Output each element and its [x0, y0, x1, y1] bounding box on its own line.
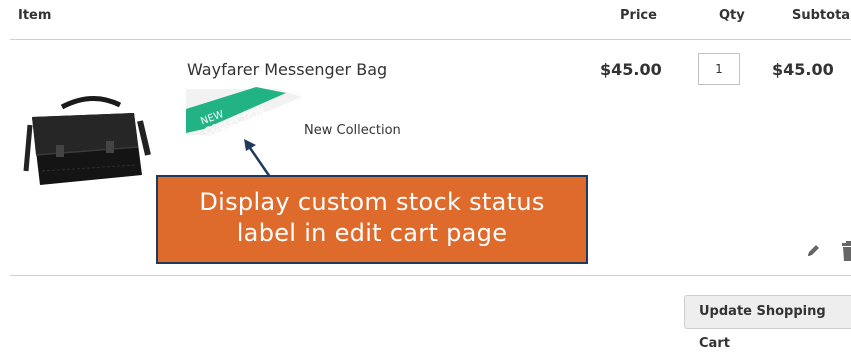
item-price: $45.00	[600, 60, 662, 79]
column-header-subtotal: Subtotal	[792, 8, 851, 23]
trash-icon[interactable]	[842, 241, 851, 261]
product-image[interactable]	[22, 85, 152, 195]
stock-status-badge-icon: NEW COLLECTION	[186, 87, 302, 135]
column-header-item: Item	[18, 8, 52, 23]
header-divider	[10, 39, 851, 40]
qty-input[interactable]	[698, 53, 740, 85]
actions-divider	[10, 275, 851, 276]
stock-status-label: New Collection	[304, 123, 401, 138]
pencil-icon[interactable]	[805, 243, 821, 259]
column-header-qty: Qty	[719, 8, 745, 23]
annotation-callout: Display custom stock status label in edi…	[156, 175, 588, 264]
annotation-arrow-icon	[244, 139, 272, 178]
callout-line-2: label in edit cart page	[236, 219, 508, 247]
callout-line-1: Display custom stock status	[199, 188, 545, 216]
column-header-price: Price	[620, 8, 657, 23]
item-subtotal: $45.00	[772, 60, 834, 79]
update-shopping-cart-button[interactable]: Update Shopping Cart	[684, 295, 851, 351]
product-name-link[interactable]: Wayfarer Messenger Bag	[187, 60, 387, 79]
